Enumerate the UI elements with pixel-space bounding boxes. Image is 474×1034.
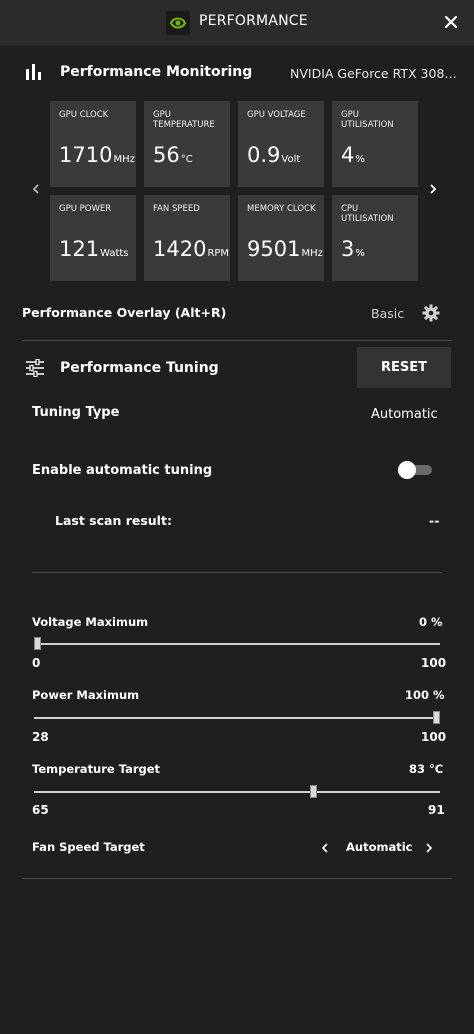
temperature-label: Temperature Target — [32, 762, 161, 776]
tuning-type-label: Tuning Type — [32, 405, 120, 420]
title-bar: PERFORMANCE — [0, 0, 474, 46]
tile-value: 4 — [341, 143, 355, 167]
tile-unit: MHz — [301, 248, 323, 259]
voltage-min: 0 — [32, 656, 41, 670]
tile-value: 1710 — [59, 143, 113, 167]
tile-value: 121 — [59, 237, 100, 261]
temperature-slider-track[interactable] — [34, 791, 440, 793]
tile-memory-clock: MEMORY CLOCK 9501MHz — [238, 195, 324, 281]
toggle-knob — [398, 461, 416, 479]
chevron-right-icon[interactable] — [427, 181, 439, 195]
last-scan-value: -- — [429, 513, 440, 528]
temperature-max: 91 — [428, 803, 445, 817]
tile-label: GPU CLOCK — [59, 110, 109, 120]
auto-tuning-toggle[interactable] — [398, 461, 433, 479]
last-scan-label: Last scan result: — [55, 513, 172, 528]
chevron-left-icon[interactable] — [320, 840, 330, 854]
tile-unit: % — [355, 248, 365, 259]
voltage-value: 0 % — [419, 615, 443, 629]
nvidia-logo-icon — [166, 11, 190, 35]
power-slider-track[interactable] — [34, 717, 440, 719]
power-max: 100 — [421, 730, 447, 744]
tile-unit: % — [355, 154, 365, 165]
window-title: PERFORMANCE — [199, 13, 308, 29]
fan-target-value: Automatic — [346, 840, 413, 854]
tile-unit: Volt — [281, 154, 301, 165]
power-value: 100 % — [405, 688, 445, 702]
tile-unit: °C — [180, 154, 193, 165]
voltage-slider-thumb[interactable] — [34, 637, 41, 650]
overlay-mode[interactable]: Basic — [371, 306, 404, 321]
tile-gpu-utilisation: GPU UTILISATION 4% — [332, 101, 418, 187]
close-icon[interactable] — [440, 11, 462, 33]
divider — [32, 572, 442, 573]
tile-label: GPU UTILISATION — [341, 110, 394, 130]
tile-label: CPU UTILISATION — [341, 204, 394, 224]
divider — [22, 878, 452, 879]
chevron-left-icon[interactable] — [30, 181, 42, 195]
tile-value: 1420 — [153, 237, 207, 261]
tile-gpu-voltage: GPU VOLTAGE 0.9Volt — [238, 101, 324, 187]
tile-cpu-utilisation: CPU UTILISATION 3% — [332, 195, 418, 281]
power-label: Power Maximum — [32, 688, 140, 702]
voltage-label: Voltage Maximum — [32, 615, 149, 629]
tile-label: MEMORY CLOCK — [247, 204, 316, 214]
temperature-min: 65 — [32, 803, 49, 817]
divider — [22, 340, 452, 341]
tile-label: GPU POWER — [59, 204, 112, 214]
tuning-title: Performance Tuning — [60, 360, 219, 376]
sliders-icon — [25, 358, 45, 378]
voltage-slider-track[interactable] — [34, 643, 440, 645]
tile-label: FAN SPEED — [153, 204, 200, 214]
tile-unit: RPM — [207, 248, 230, 259]
tile-value: 56 — [153, 143, 180, 167]
power-min: 28 — [32, 730, 49, 744]
tile-gpu-temperature: GPU TEMPERATURE 56°C — [144, 101, 230, 187]
power-slider-thumb[interactable] — [433, 711, 440, 724]
tile-fan-speed: FAN SPEED 1420RPM — [144, 195, 230, 281]
chevron-right-icon[interactable] — [424, 840, 434, 854]
fan-target-label: Fan Speed Target — [32, 840, 145, 854]
tile-value: 0.9 — [247, 143, 281, 167]
monitoring-title: Performance Monitoring — [60, 64, 253, 80]
tile-value: 3 — [341, 237, 355, 261]
auto-tuning-label: Enable automatic tuning — [32, 463, 213, 478]
tuning-type-value[interactable]: Automatic — [371, 407, 438, 422]
tile-label: GPU VOLTAGE — [247, 110, 306, 120]
bar-chart-icon — [25, 63, 43, 81]
tile-label: GPU TEMPERATURE — [153, 110, 215, 130]
overlay-label: Performance Overlay (Alt+R) — [22, 305, 227, 320]
tile-gpu-clock: GPU CLOCK 1710MHz — [50, 101, 136, 187]
gpu-name: NVIDIA GeForce RTX 308… — [290, 66, 457, 81]
reset-button[interactable]: RESET — [357, 347, 451, 388]
voltage-max: 100 — [421, 656, 447, 670]
gear-icon[interactable] — [422, 304, 440, 322]
tile-unit: Watts — [100, 248, 129, 259]
tile-gpu-power: GPU POWER 121Watts — [50, 195, 136, 281]
temperature-slider-thumb[interactable] — [310, 785, 318, 798]
tile-value: 9501 — [247, 237, 301, 261]
temperature-value: 83 °C — [409, 762, 444, 776]
tile-unit: MHz — [113, 154, 135, 165]
